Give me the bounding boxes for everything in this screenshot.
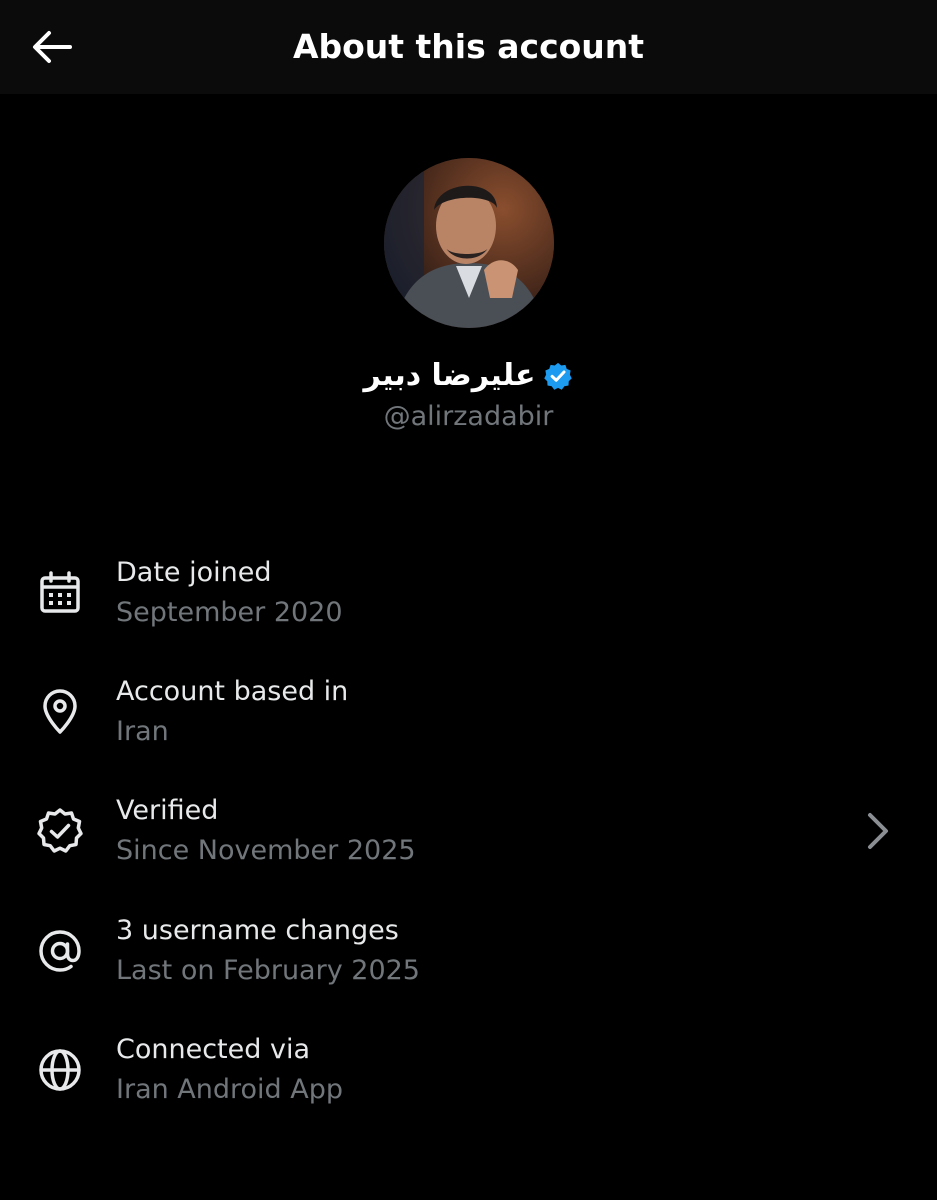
name-row: علیرضا دبیر [0,352,937,400]
info-row-account-based-in: Account based in Iran [0,672,937,772]
verified-value: Since November 2025 [116,835,416,866]
account-based-in-label: Account based in [116,676,349,707]
location-pin-icon [43,689,77,734]
date-joined-label: Date joined [116,557,272,588]
account-based-in-value: Iran [116,716,169,747]
username-changes-label: 3 username changes [116,915,399,946]
at-sign-icon [39,930,81,972]
display-name: علیرضا دبیر [363,358,536,393]
date-joined-value: September 2020 [116,597,343,628]
info-row-verified[interactable]: Verified Since November 2025 [0,791,937,891]
globe-icon [39,1049,81,1091]
profile-photo [384,158,554,328]
info-row-username-changes: 3 username changes Last on February 2025 [0,911,937,1011]
verified-label: Verified [116,795,219,826]
info-row-date-joined: Date joined September 2020 [0,553,937,653]
info-row-connected-via: Connected via Iran Android App [0,1030,937,1130]
avatar[interactable] [384,158,554,328]
username-handle: @alirzadabir [383,401,554,432]
connected-via-value: Iran Android App [116,1074,344,1105]
username-changes-value: Last on February 2025 [116,955,420,986]
verified-badge-icon [37,808,83,853]
top-app-bar: About this account [0,0,937,94]
chevron-right-icon [868,813,888,849]
calendar-icon [40,571,80,613]
connected-via-label: Connected via [116,1034,310,1065]
about-account-screen: About this account علیرضا دبیر @alirzada… [0,0,937,1200]
verified-badge-icon [544,362,573,390]
page-title: About this account [292,27,645,66]
